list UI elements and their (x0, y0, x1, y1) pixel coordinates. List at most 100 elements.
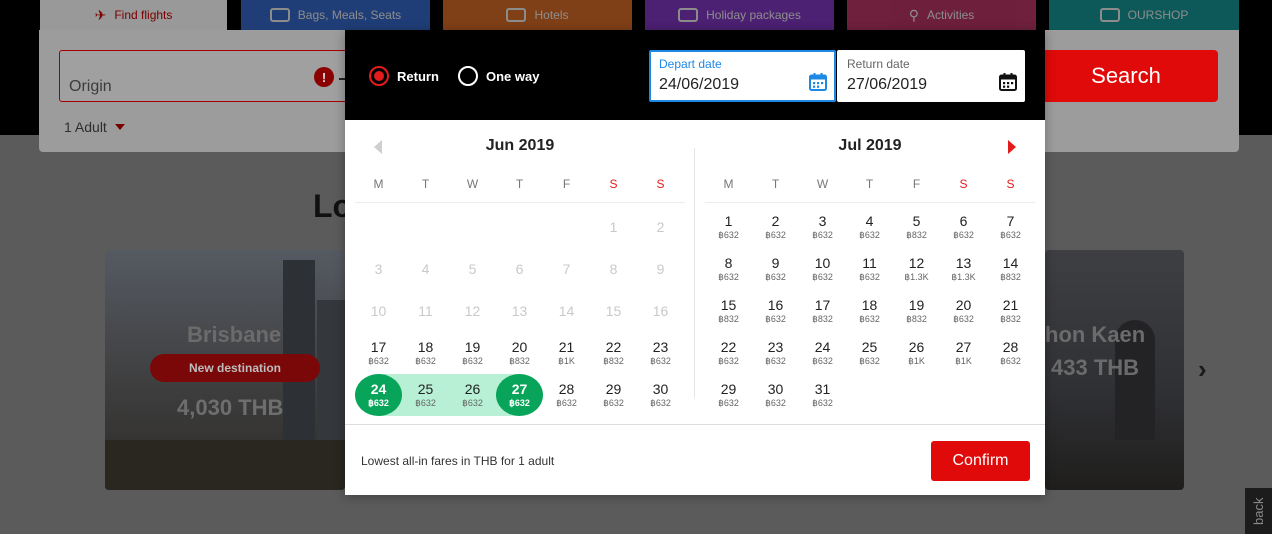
day-cell[interactable]: 29 ฿632 (590, 374, 637, 416)
tab-holiday-packages[interactable]: Holiday packages (645, 0, 834, 30)
day-cell[interactable]: 23 ฿632 (637, 332, 684, 374)
day-number: 27 (511, 381, 528, 397)
day-grid: 1 2 3 4 5 6 7 8 9 10 11 12 13 14 15 16 17 ฿632 18 ฿632 19 ฿63… (355, 206, 684, 416)
day-fare: ฿632 (812, 272, 833, 282)
day-number: 18 (861, 297, 878, 313)
tab-label: Holiday packages (706, 8, 801, 22)
day-cell[interactable]: 24 ฿632 (355, 374, 402, 416)
day-cell: 10 (355, 290, 402, 332)
day-fare: ฿632 (462, 398, 483, 408)
day-fare: ฿632 (650, 398, 671, 408)
day-cell[interactable]: 30 ฿632 (637, 374, 684, 416)
day-number: 26 (464, 381, 481, 397)
day-cell[interactable]: 10 ฿632 (799, 248, 846, 290)
day-cell[interactable]: 28 ฿632 (987, 332, 1034, 374)
day-number: 23 (652, 339, 669, 355)
confirm-button[interactable]: Confirm (931, 441, 1030, 481)
day-fare: ฿632 (859, 230, 880, 240)
day-cell[interactable]: 26 ฿1K (893, 332, 940, 374)
day-number: 19 (464, 339, 481, 355)
day-cell[interactable]: 18 ฿632 (402, 332, 449, 374)
day-cell[interactable]: 4 ฿632 (846, 206, 893, 248)
day-cell[interactable]: 20 ฿632 (940, 290, 987, 332)
origin-field[interactable]: Origin ! (59, 50, 349, 102)
day-number: 23 (767, 339, 784, 355)
day-fare: ฿632 (1000, 230, 1021, 240)
date-picker-footer: Lowest all-in fares in THB for 1 adult C… (345, 424, 1045, 495)
one-way-radio[interactable]: One way (458, 66, 539, 86)
day-number: 11 (862, 255, 877, 271)
day-fare: ฿632 (603, 398, 624, 408)
radio-empty-icon (458, 66, 478, 86)
day-cell[interactable]: 17 ฿632 (355, 332, 402, 374)
day-fare: ฿632 (953, 230, 974, 240)
return-radio[interactable]: Return (369, 66, 439, 86)
day-cell[interactable]: 14 ฿832 (987, 248, 1034, 290)
day-cell[interactable]: 17 ฿832 (799, 290, 846, 332)
day-cell[interactable]: 19 ฿632 (449, 332, 496, 374)
day-cell[interactable]: 1 ฿632 (705, 206, 752, 248)
day-cell[interactable]: 23 ฿632 (752, 332, 799, 374)
day-cell[interactable]: 30 ฿632 (752, 374, 799, 416)
return-date-value: 27/06/2019 (847, 76, 928, 93)
day-cell[interactable]: 27 ฿1K (940, 332, 987, 374)
day-cell: 4 (402, 248, 449, 290)
day-fare: ฿632 (859, 272, 880, 282)
tab-activities[interactable]: ⚲ Activities (847, 0, 1036, 30)
day-fare: ฿632 (812, 356, 833, 366)
day-cell[interactable]: 7 ฿632 (987, 206, 1034, 248)
day-cell[interactable]: 26 ฿632 (449, 374, 496, 416)
day-cell[interactable]: 22 ฿632 (705, 332, 752, 374)
carousel-next-icon[interactable]: › (1198, 354, 1207, 385)
passenger-selector[interactable]: 1 Adult (64, 119, 125, 135)
day-cell[interactable]: 20 ฿832 (496, 332, 543, 374)
day-fare: ฿632 (718, 272, 739, 282)
destination-card-brisbane[interactable]: Brisbane New destination 4,030 THB (105, 250, 345, 490)
day-cell[interactable]: 12 ฿1.3K (893, 248, 940, 290)
day-cell[interactable]: 2 ฿632 (752, 206, 799, 248)
day-cell[interactable]: 31 ฿632 (799, 374, 846, 416)
search-button[interactable]: Search (1034, 50, 1218, 102)
tab-find-flights[interactable]: ✈ Find flights (40, 0, 227, 30)
day-cell[interactable]: 28 ฿632 (543, 374, 590, 416)
day-number: 13 (511, 303, 528, 319)
day-cell[interactable]: 27 ฿632 (496, 374, 543, 416)
day-cell[interactable]: 8 ฿632 (705, 248, 752, 290)
day-number: 25 (861, 339, 878, 355)
day-cell[interactable]: 25 ฿632 (402, 374, 449, 416)
day-cell[interactable]: 19 ฿832 (893, 290, 940, 332)
day-number: 4 (865, 213, 874, 229)
day-cell[interactable]: 5 ฿832 (893, 206, 940, 248)
feedback-tab[interactable]: back (1245, 488, 1272, 534)
passenger-label: 1 Adult (64, 119, 107, 135)
tab-bags-meals-seats[interactable]: Bags, Meals, Seats (241, 0, 430, 30)
empty-cell (543, 206, 590, 248)
day-cell[interactable]: 3 ฿632 (799, 206, 846, 248)
tab-ourshop[interactable]: OURSHOP (1049, 0, 1239, 30)
day-cell[interactable]: 11 ฿632 (846, 248, 893, 290)
depart-date-field[interactable]: Depart date 24/06/2019 (649, 50, 836, 102)
day-cell[interactable]: 13 ฿1.3K (940, 248, 987, 290)
month-june: Jun 2019 M T W T F S S 1 2 3 4 5 6 7 8 9 10 11 12 13… (355, 120, 685, 425)
day-cell[interactable]: 9 ฿632 (752, 248, 799, 290)
day-cell[interactable]: 18 ฿632 (846, 290, 893, 332)
tab-hotels[interactable]: Hotels (443, 0, 632, 30)
destination-card-khon-kaen[interactable]: hon Kaen 433 THB (1045, 250, 1184, 490)
day-cell[interactable]: 6 ฿632 (940, 206, 987, 248)
day-cell[interactable]: 16 ฿632 (752, 290, 799, 332)
day-cell[interactable]: 21 ฿1K (543, 332, 590, 374)
divider (705, 202, 1035, 203)
day-cell[interactable]: 22 ฿832 (590, 332, 637, 374)
return-date-field[interactable]: Return date 27/06/2019 (837, 50, 1025, 102)
weekday-label: S (609, 177, 618, 191)
day-number: 16 (767, 297, 784, 313)
day-cell[interactable]: 21 ฿832 (987, 290, 1034, 332)
day-cell[interactable]: 15 ฿832 (705, 290, 752, 332)
day-cell[interactable]: 24 ฿632 (799, 332, 846, 374)
fare-note: Lowest all-in fares in THB for 1 adult (361, 454, 555, 468)
day-number: 29 (605, 381, 622, 397)
day-cell[interactable]: 29 ฿632 (705, 374, 752, 416)
day-number: 8 (724, 255, 733, 271)
day-number: 21 (558, 339, 575, 355)
day-cell[interactable]: 25 ฿632 (846, 332, 893, 374)
